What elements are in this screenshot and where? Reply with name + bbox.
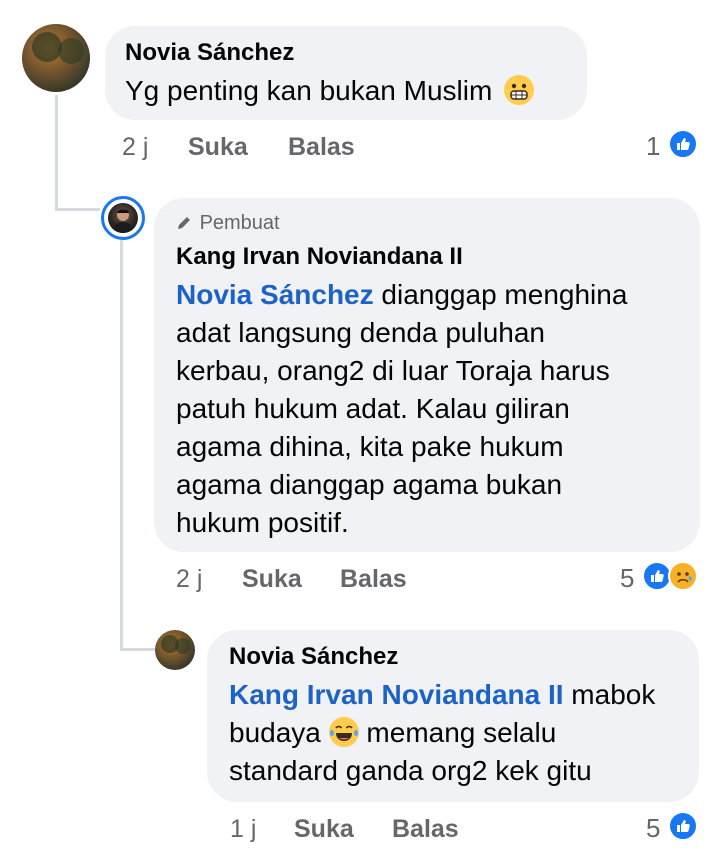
sad-reaction-icon xyxy=(668,561,698,591)
comment-line: agama dihina, kita pake hukum xyxy=(176,431,564,462)
comment-bubble: Pembuat Kang Irvan Noviandana II Novia S… xyxy=(154,198,700,552)
comment-line: budaya xyxy=(229,717,329,748)
thread-line-2 xyxy=(120,240,123,650)
reaction-count[interactable]: 5 xyxy=(620,563,634,593)
comment-line: hukum positif. xyxy=(176,507,349,538)
comment-line: memang selalu xyxy=(358,717,557,748)
thread-line-2-curve xyxy=(120,648,160,651)
creator-badge: Pembuat xyxy=(176,210,678,236)
reply-button[interactable]: Balas xyxy=(340,564,407,594)
comment-author[interactable]: Novia Sánchez xyxy=(229,642,677,672)
comment-text: Kang Irvan Noviandana II mabok budaya me… xyxy=(229,676,677,790)
tears-of-joy-emoji xyxy=(328,717,359,747)
comment-time[interactable]: 1 j xyxy=(230,814,256,844)
avatar[interactable] xyxy=(22,24,90,92)
comment-line: adat langsung denda puluhan xyxy=(176,317,546,348)
comment-bubble: Novia Sánchez Yg penting kan bukan Musli… xyxy=(105,26,587,120)
mention-link[interactable]: Novia Sánchez xyxy=(176,279,374,310)
comment-line: agama dianggap agama bukan xyxy=(176,469,563,500)
avatar[interactable] xyxy=(101,196,145,240)
comment-body: Yg penting kan bukan Muslim xyxy=(125,75,493,106)
comment-line: patuh hukum adat. Kalau giliran xyxy=(176,393,570,424)
comment-author[interactable]: Kang Irvan Noviandana II xyxy=(176,242,678,272)
thread-line-1-curve xyxy=(55,208,100,211)
reaction-count[interactable]: 1 xyxy=(646,131,660,161)
comment-bubble: Novia Sánchez Kang Irvan Noviandana II m… xyxy=(207,630,699,802)
mention-link[interactable]: Kang Irvan Noviandana II xyxy=(229,679,564,710)
like-button[interactable]: Suka xyxy=(294,814,354,844)
like-button[interactable]: Suka xyxy=(242,564,302,594)
like-reaction-icon xyxy=(668,129,698,159)
comment-line: dianggap menghina xyxy=(373,279,628,310)
comment-line: standard ganda org2 kek gitu xyxy=(229,755,592,786)
comment-line: mabok xyxy=(563,679,656,710)
comment-time[interactable]: 2 j xyxy=(122,132,148,162)
grimacing-face-emoji xyxy=(504,75,535,105)
comment-author[interactable]: Novia Sánchez xyxy=(125,38,567,68)
reply-button[interactable]: Balas xyxy=(288,132,355,162)
comment-text: Novia Sánchez dianggap menghina adat lan… xyxy=(176,276,678,542)
comment-text: Yg penting kan bukan Muslim xyxy=(125,72,567,110)
pencil-icon xyxy=(176,210,194,236)
avatar[interactable] xyxy=(155,630,195,670)
reaction-count[interactable]: 5 xyxy=(646,813,660,843)
comment-line: kerbau, orang2 di luar Toraja harus xyxy=(176,355,610,386)
comment-time[interactable]: 2 j xyxy=(176,564,202,594)
like-button[interactable]: Suka xyxy=(188,132,248,162)
thread-line-1 xyxy=(55,95,58,210)
like-reaction-icon xyxy=(668,811,698,841)
reply-button[interactable]: Balas xyxy=(392,814,459,844)
creator-badge-label: Pembuat xyxy=(199,212,280,234)
